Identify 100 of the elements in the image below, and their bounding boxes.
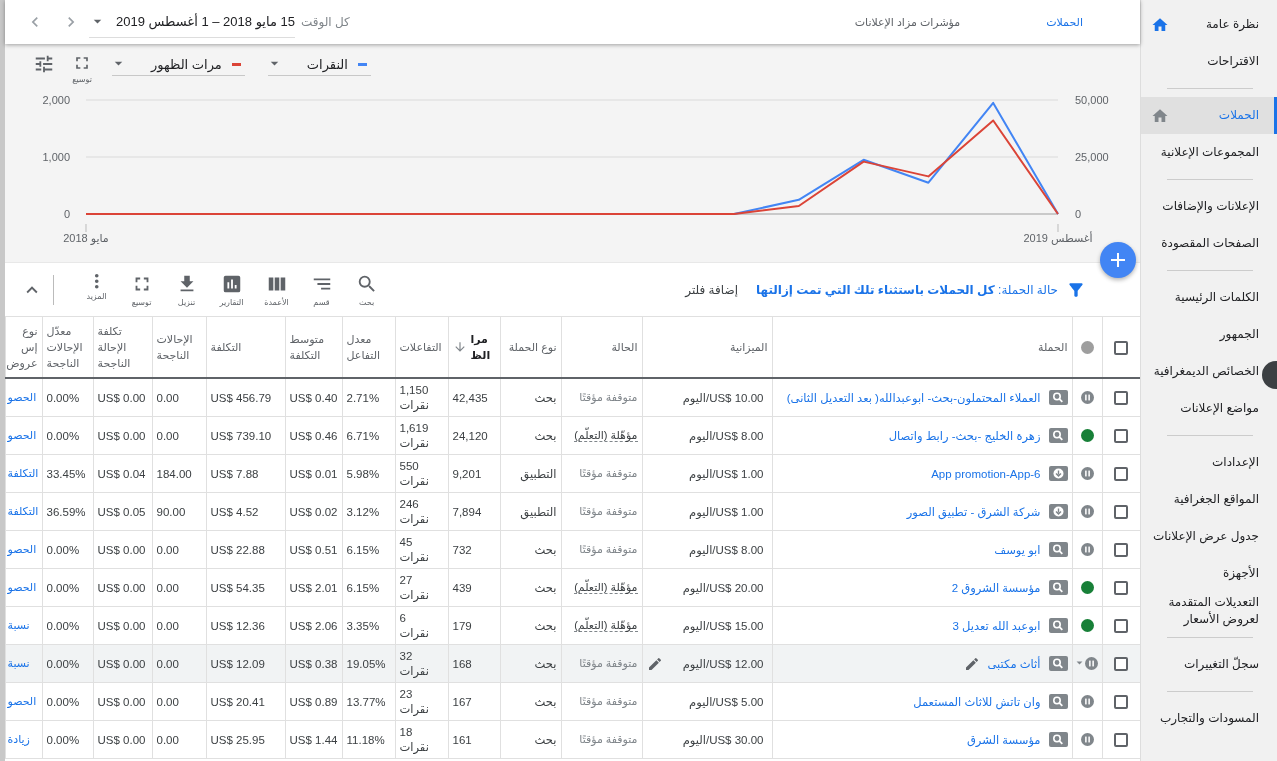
table-cell: US$ 0.05 bbox=[97, 505, 146, 518]
table-cell: 24,120 bbox=[452, 429, 488, 442]
table-cell: التطبيق bbox=[520, 467, 557, 480]
table-cell: US$ 0.02 bbox=[289, 505, 338, 518]
metric-selector[interactable]: مرات الظهور bbox=[112, 53, 245, 76]
table-cell: 9,201 bbox=[452, 467, 482, 480]
table-cell: US$ 0.46 bbox=[289, 429, 338, 442]
sidebar-item[interactable]: المسودات والتجارب bbox=[1159, 710, 1259, 727]
campaign-link[interactable]: شركة الشرق - تطبيق الصور bbox=[906, 504, 1041, 519]
sidebar-item[interactable]: الصفحات المقصودة bbox=[1161, 235, 1259, 252]
table-cell: 0.00 bbox=[156, 429, 179, 442]
table-cell: US$ 0.51 bbox=[289, 543, 338, 556]
sidebar-item[interactable]: الخصائص الديمغرافية bbox=[1153, 363, 1259, 380]
table-cell: نقرات bbox=[399, 702, 429, 715]
toolbar-button[interactable]: الأعمدة bbox=[254, 272, 299, 307]
table-cell: 0.00% bbox=[46, 619, 80, 632]
table-cell: US$ 0.89 bbox=[289, 695, 338, 708]
table-cell: 1,619 bbox=[399, 421, 429, 434]
metric-selector[interactable]: النقرات bbox=[267, 53, 371, 76]
table-cell: نقرات bbox=[399, 512, 429, 525]
table-cell: US$ 2.06 bbox=[289, 619, 338, 632]
table-cell: 0.00 bbox=[156, 581, 179, 594]
campaign-link[interactable]: مؤسسة الشروق 2 bbox=[951, 580, 1041, 595]
sidebar-item[interactable]: المجموعات الإعلانية bbox=[1160, 144, 1259, 161]
table-cell: US$ 0.04 bbox=[97, 467, 146, 480]
table-cell: US$ 0.00 bbox=[97, 391, 146, 404]
table-cell: US$ 739.10 bbox=[210, 429, 272, 442]
toolbar-button[interactable]: بحث bbox=[344, 272, 389, 307]
sidebar-item[interactable]: الأجهزة bbox=[1222, 565, 1259, 582]
sidebar-item[interactable]: المواقع الجغرافية bbox=[1173, 491, 1259, 508]
table-cell: 0.00 bbox=[156, 619, 179, 632]
campaign-link[interactable]: ابو يوسف bbox=[994, 542, 1041, 557]
breadcrumb-link[interactable]: الحملات bbox=[1046, 15, 1083, 29]
sidebar-item[interactable]: الاقتراحات bbox=[1207, 53, 1259, 70]
sidebar-item[interactable]: الحملات bbox=[1218, 107, 1259, 124]
table-cell: نقرات bbox=[399, 626, 429, 639]
campaign-link[interactable]: App promotion-App-6 bbox=[931, 467, 1041, 480]
date-range-label: كل الوقت bbox=[300, 15, 350, 29]
table-cell: US$ 0.38 bbox=[289, 657, 338, 670]
table-cell: 0.00 bbox=[156, 733, 179, 746]
add-filter-link[interactable]: إضافة فلتر bbox=[685, 282, 738, 297]
table-cell: 184.00 bbox=[156, 467, 192, 480]
sidebar-item[interactable]: جدول عرض الإعلانات bbox=[1153, 528, 1259, 545]
table-cell: 3.35% bbox=[346, 619, 380, 632]
table-cell: 0.00% bbox=[46, 429, 80, 442]
sidebar-item[interactable]: التعديلات المتقدمة لعروض الأسعار bbox=[1151, 593, 1259, 628]
table-cell: US$ 0.00 bbox=[97, 543, 146, 556]
table-cell: 0.00 bbox=[156, 391, 179, 404]
table-cell: US$ 54.35 bbox=[210, 581, 265, 594]
campaign-link[interactable]: وان تاتش للاثاث المستعمل bbox=[913, 694, 1041, 709]
campaign-link[interactable]: ابوعبد الله تعديل 3 bbox=[952, 618, 1041, 633]
sidebar-item[interactable]: الإعدادات bbox=[1212, 454, 1259, 471]
date-range-picker[interactable]: 15 مايو 2018 – 1 أغسطس 2019 bbox=[89, 6, 295, 38]
toolbar-button[interactable]: تنزيل bbox=[164, 272, 209, 307]
table-cell: 42,435 bbox=[452, 391, 488, 404]
toolbar-button[interactable]: المزيد bbox=[74, 272, 119, 301]
axis-label: أغسطس 2019 bbox=[1023, 232, 1093, 244]
table-cell: US$ 25.95 bbox=[210, 733, 265, 746]
table-cell: 19.05% bbox=[346, 657, 386, 670]
table-cell: بحث bbox=[534, 391, 557, 404]
table-cell: 27 bbox=[399, 573, 413, 586]
table-cell: بحث bbox=[534, 657, 557, 670]
filter-chip[interactable]: حالة الحملة: كل الحملات باستثناء تلك التي تمت إزالتها bbox=[755, 282, 1058, 297]
table-cell: 0.00% bbox=[46, 695, 80, 708]
bid-strategy-link[interactable]: نسبة bbox=[7, 619, 30, 631]
sidebar-item[interactable]: الإعلانات والإضافات bbox=[1162, 198, 1259, 215]
budget-text: US$ 1.00/اليوم bbox=[689, 466, 764, 481]
toolbar-button[interactable]: توسيع bbox=[119, 272, 164, 307]
bid-strategy-link[interactable]: نسبة bbox=[7, 657, 30, 669]
table-cell: US$ 1.44 bbox=[289, 733, 338, 746]
table-cell: US$ 0.00 bbox=[97, 429, 146, 442]
table-cell: 0.00% bbox=[46, 657, 80, 670]
table-cell: US$ 22.88 bbox=[210, 543, 265, 556]
budget-text: US$ 30.00/اليوم bbox=[682, 732, 764, 747]
table-cell: 3.12% bbox=[346, 505, 380, 518]
status-text: متوقفة مؤقتًا bbox=[579, 733, 638, 745]
budget-text: US$ 8.00/اليوم bbox=[689, 428, 764, 443]
table-cell: US$ 456.79 bbox=[210, 391, 272, 404]
table-cell: US$ 7.88 bbox=[210, 467, 259, 480]
toolbar-button[interactable]: قسم bbox=[299, 272, 344, 307]
sidebar-item[interactable]: مواضع الإعلانات bbox=[1180, 400, 1259, 417]
table-cell: US$ 0.01 bbox=[289, 467, 338, 480]
table-cell: US$ 0.00 bbox=[97, 657, 146, 670]
status-text: مؤهّلة (التعلّم) bbox=[574, 619, 638, 632]
campaign-link[interactable]: زهرة الخليج -بحث- رابط واتصال bbox=[888, 428, 1041, 443]
sidebar-item[interactable]: الكلمات الرئيسية bbox=[1174, 289, 1259, 306]
sidebar-item[interactable]: نظرة عامة bbox=[1205, 16, 1259, 33]
campaign-link[interactable]: أثاث مكتبى bbox=[987, 656, 1041, 671]
table-cell: نقرات bbox=[399, 664, 429, 677]
axis-label: 0 bbox=[63, 208, 70, 220]
status-text: متوقفة مؤقتًا bbox=[579, 467, 638, 479]
bid-strategy-link[interactable]: زيادة bbox=[7, 733, 30, 745]
sidebar-item[interactable]: الجمهور bbox=[1219, 326, 1259, 343]
campaign-link[interactable]: مؤسسة الشرق bbox=[966, 732, 1041, 747]
budget-text: US$ 1.00/اليوم bbox=[689, 504, 764, 519]
table-cell: 2.71% bbox=[346, 391, 380, 404]
table-cell: 179 bbox=[452, 619, 472, 632]
sidebar-item[interactable]: سجلّ التغييرات bbox=[1183, 656, 1259, 673]
axis-label: 25,000 bbox=[1075, 151, 1109, 163]
toolbar-button[interactable]: التقارير bbox=[209, 272, 254, 307]
